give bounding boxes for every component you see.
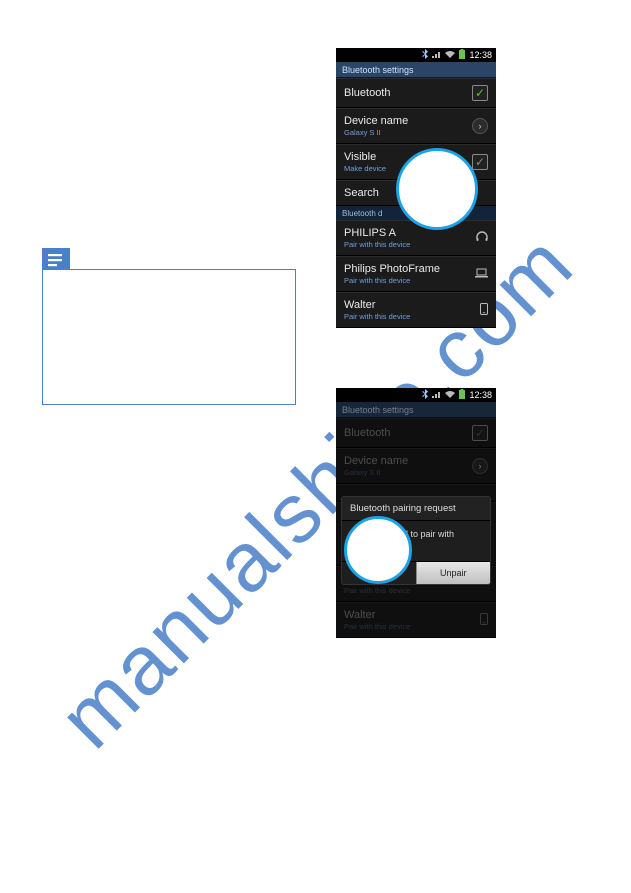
wifi-icon (445, 390, 455, 401)
device-sub: Pair with this device (344, 622, 410, 631)
device-name-label: Device name (344, 455, 408, 467)
device-sub: Pair with this device (344, 240, 410, 249)
phone-screenshot-2: 12:38 Bluetooth settings Bluetooth ✓ Dev… (336, 388, 496, 638)
bluetooth-checkbox[interactable]: ✓ (472, 85, 488, 101)
highlight-circle (344, 516, 412, 584)
device-name-value: Galaxy S II (344, 128, 408, 137)
device-name-label: Device name (344, 115, 408, 127)
laptop-icon (475, 268, 488, 281)
headphones-icon (476, 231, 488, 246)
phone-screenshot-1: 12:38 Bluetooth settings Bluetooth ✓ Dev… (336, 48, 496, 328)
signal-icon (432, 390, 442, 401)
settings-header: Bluetooth settings (336, 402, 496, 418)
status-bar: 12:38 (336, 388, 496, 402)
device-sub: Pair with this device (344, 312, 410, 321)
bluetooth-icon (422, 49, 429, 61)
visible-checkbox[interactable]: ✓ (472, 154, 488, 170)
chevron-right-icon[interactable]: › (472, 118, 488, 134)
status-bar: 12:38 (336, 48, 496, 62)
bluetooth-checkbox: ✓ (472, 425, 488, 441)
signal-icon (432, 50, 442, 61)
status-time: 12:38 (469, 50, 492, 60)
device-title: Walter (344, 299, 410, 311)
highlight-circle (396, 148, 478, 230)
visible-label: Visible (344, 151, 386, 163)
device-row-walter: Walter Pair with this device (336, 602, 496, 638)
device-title: PHILIPS A (344, 227, 410, 239)
device-name-value: Galaxy S II (344, 468, 408, 477)
device-title: Philips PhotoFrame (344, 263, 440, 275)
device-row-philips-as[interactable]: PHILIPS A Pair with this device (336, 220, 496, 256)
phone-icon (480, 303, 488, 318)
status-time: 12:38 (469, 390, 492, 400)
device-row-walter[interactable]: Walter Pair with this device (336, 292, 496, 328)
chevron-right-icon: › (472, 458, 488, 474)
wifi-icon (445, 50, 455, 61)
battery-icon (458, 389, 466, 402)
battery-icon (458, 49, 466, 62)
bluetooth-icon (422, 389, 429, 402)
phone-icon (480, 613, 488, 628)
device-name-row[interactable]: Device name Galaxy S II › (336, 108, 496, 144)
device-row-photoframe[interactable]: Philips PhotoFrame Pair with this device (336, 256, 496, 292)
bluetooth-toggle-row: Bluetooth ✓ (336, 418, 496, 448)
device-title: Walter (344, 609, 410, 621)
device-sub: Pair with this device (344, 276, 440, 285)
device-name-row: Device name Galaxy S II › (336, 448, 496, 484)
bluetooth-label: Bluetooth (344, 427, 390, 439)
dialog-button-unpair[interactable]: Unpair (416, 562, 491, 584)
search-label: Search (344, 187, 379, 199)
settings-header: Bluetooth settings (336, 62, 496, 78)
visible-sub: Make device (344, 164, 386, 173)
bluetooth-toggle-row[interactable]: Bluetooth ✓ (336, 78, 496, 108)
bluetooth-label: Bluetooth (344, 87, 390, 99)
note-box (42, 269, 296, 405)
device-sub: Pair with this device (344, 586, 440, 595)
dialog-title: Bluetooth pairing request (342, 497, 490, 521)
